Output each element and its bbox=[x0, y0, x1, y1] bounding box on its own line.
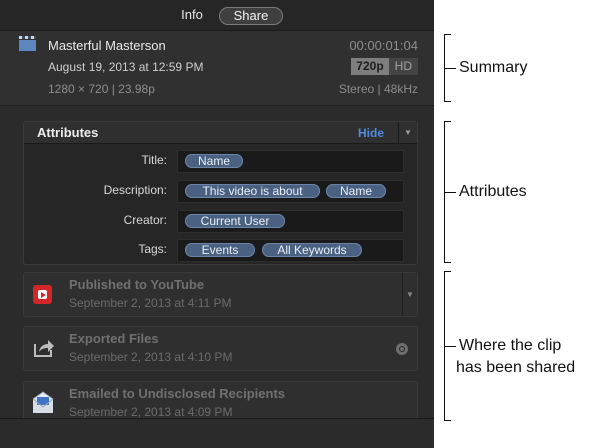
title-field[interactable]: Name bbox=[177, 150, 404, 173]
token-events[interactable]: Events bbox=[185, 243, 255, 257]
share-item-date: September 2, 2013 at 4:11 PM bbox=[69, 296, 232, 310]
creator-label: Creator: bbox=[123, 213, 167, 227]
hide-button[interactable]: Hide bbox=[358, 126, 384, 140]
share-export-icon bbox=[34, 340, 54, 357]
attributes-callout: Attributes bbox=[459, 183, 527, 200]
token-current-user[interactable]: Current User bbox=[185, 214, 285, 228]
attributes-section: Attributes Hide ▼ Title: Name Descriptio… bbox=[23, 121, 418, 265]
mail-icon bbox=[32, 391, 54, 413]
bottom-bar bbox=[0, 418, 434, 448]
token-name[interactable]: Name bbox=[185, 154, 243, 168]
share-item-title: Exported Files bbox=[69, 331, 159, 346]
reveal-in-finder-icon[interactable] bbox=[396, 343, 408, 355]
share-history-item-youtube[interactable]: Published to YouTube September 2, 2013 a… bbox=[23, 272, 418, 317]
description-field[interactable]: This video is about Name bbox=[177, 180, 404, 203]
share-inspector-panel: Info Share Masterful Masterson August 19… bbox=[0, 0, 434, 448]
tab-share[interactable]: Share bbox=[219, 7, 283, 25]
token-all-keywords[interactable]: All Keywords bbox=[262, 243, 362, 257]
share-item-date: September 2, 2013 at 4:10 PM bbox=[69, 350, 233, 364]
token-description-text[interactable]: This video is about bbox=[185, 184, 320, 198]
tags-field[interactable]: Events All Keywords bbox=[177, 239, 404, 262]
attributes-title: Attributes bbox=[37, 125, 99, 140]
inspector-tab-bar: Info Share bbox=[0, 0, 434, 31]
share-item-title: Emailed to Undisclosed Recipients bbox=[69, 386, 285, 401]
shared-bracket bbox=[444, 271, 456, 421]
share-history-item-exported[interactable]: Exported Files September 2, 2013 at 4:10… bbox=[23, 326, 418, 371]
chevron-down-icon[interactable]: ▼ bbox=[398, 122, 417, 143]
tags-label: Tags: bbox=[138, 242, 167, 256]
attributes-bracket bbox=[444, 121, 456, 263]
tab-info[interactable]: Info bbox=[172, 7, 212, 23]
description-label: Description: bbox=[103, 183, 167, 197]
clapper-icon bbox=[19, 36, 36, 51]
format-badges: 720p HD bbox=[351, 58, 418, 75]
creator-field[interactable]: Current User bbox=[177, 210, 404, 233]
token-name[interactable]: Name bbox=[326, 184, 386, 198]
format-badge-hd: HD bbox=[388, 58, 418, 75]
chevron-down-icon[interactable]: ▼ bbox=[402, 273, 417, 316]
clip-name: Masterful Masterson bbox=[48, 38, 166, 53]
title-label: Title: bbox=[141, 153, 167, 167]
shared-callout-line2: has been shared bbox=[456, 359, 576, 376]
clip-duration: 00:00:01:04 bbox=[349, 38, 418, 53]
youtube-icon bbox=[33, 285, 52, 304]
summary-callout: Summary bbox=[459, 59, 528, 76]
clip-resolution: 1280 × 720 | 23.98p bbox=[48, 82, 155, 96]
share-item-title: Published to YouTube bbox=[69, 277, 205, 292]
clip-audio: Stereo | 48kHz bbox=[338, 82, 418, 96]
summary-section: Masterful Masterson August 19, 2013 at 1… bbox=[0, 31, 434, 106]
summary-bracket bbox=[444, 34, 456, 102]
shared-callout-line1: Where the clip bbox=[459, 337, 562, 354]
share-item-date: September 2, 2013 at 4:09 PM bbox=[69, 405, 233, 419]
clip-date: August 19, 2013 at 12:59 PM bbox=[48, 60, 204, 74]
format-badge-720p: 720p bbox=[351, 58, 389, 75]
attributes-header: Attributes Hide ▼ bbox=[24, 122, 417, 144]
